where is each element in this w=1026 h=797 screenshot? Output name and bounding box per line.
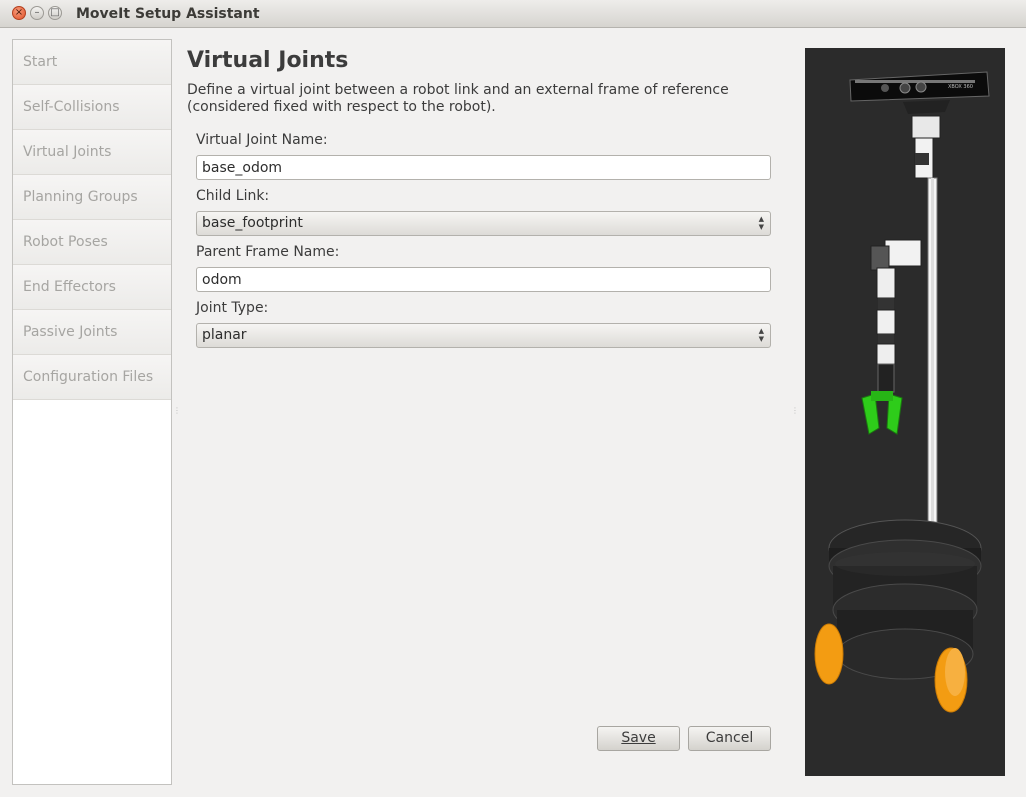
kinect-sensor: XBOX 360 <box>849 71 990 114</box>
virtual-joint-name-label: Virtual Joint Name: <box>196 132 328 148</box>
nav-item-start[interactable]: Start <box>13 40 171 85</box>
virtual-joint-name-input[interactable] <box>196 155 771 180</box>
parent-frame-name-input[interactable] <box>196 267 771 292</box>
parent-frame-name-label: Parent Frame Name: <box>196 244 340 260</box>
nav-item-virtual-joints[interactable]: Virtual Joints <box>13 130 171 175</box>
save-button-label: Save <box>621 730 656 746</box>
page-description: Define a virtual joint between a robot l… <box>187 82 729 115</box>
nav-item-planning-groups[interactable]: Planning Groups <box>13 175 171 220</box>
child-link-select[interactable]: base_footprint ▲ ▼ <box>196 211 771 236</box>
window-titlebar: × – □ MoveIt Setup Assistant <box>0 0 1026 28</box>
window-title: MoveIt Setup Assistant <box>76 6 260 22</box>
nav-item-robot-poses[interactable]: Robot Poses <box>13 220 171 265</box>
left-splitter-handle[interactable]: ⋮ <box>173 406 181 416</box>
right-splitter-handle[interactable]: ⋮ <box>791 406 799 416</box>
minimize-window-button[interactable]: – <box>30 6 44 20</box>
cancel-button-label: Cancel <box>705 730 754 746</box>
nav-item-configuration-files[interactable]: Configuration Files <box>13 355 171 400</box>
save-button[interactable]: Save <box>597 726 680 751</box>
maximize-window-button[interactable]: □ <box>48 6 62 20</box>
child-link-label: Child Link: <box>196 188 270 204</box>
nav-item-self-collisions[interactable]: Self-Collisions <box>13 85 171 130</box>
nav-item-passive-joints[interactable]: Passive Joints <box>13 310 171 355</box>
robot-3d-viewer[interactable]: XBOX 360 <box>805 48 1005 776</box>
cancel-button[interactable]: Cancel <box>688 726 771 751</box>
joint-type-value: planar <box>202 327 247 343</box>
nav-item-end-effectors[interactable]: End Effectors <box>13 265 171 310</box>
sensor-logo-text: XBOX 360 <box>948 84 973 90</box>
step-navigation: Start Self-Collisions Virtual Joints Pla… <box>12 39 172 785</box>
up-down-arrows-icon: ▲ ▼ <box>758 215 764 231</box>
child-link-value: base_footprint <box>202 215 303 231</box>
robot-model-render: XBOX 360 <box>814 71 990 713</box>
close-window-button[interactable]: × <box>12 6 26 20</box>
joint-type-label: Joint Type: <box>196 300 269 316</box>
joint-type-select[interactable]: planar ▲ ▼ <box>196 323 771 348</box>
up-down-arrows-icon: ▲ ▼ <box>758 327 764 343</box>
page-title: Virtual Joints <box>187 48 349 73</box>
